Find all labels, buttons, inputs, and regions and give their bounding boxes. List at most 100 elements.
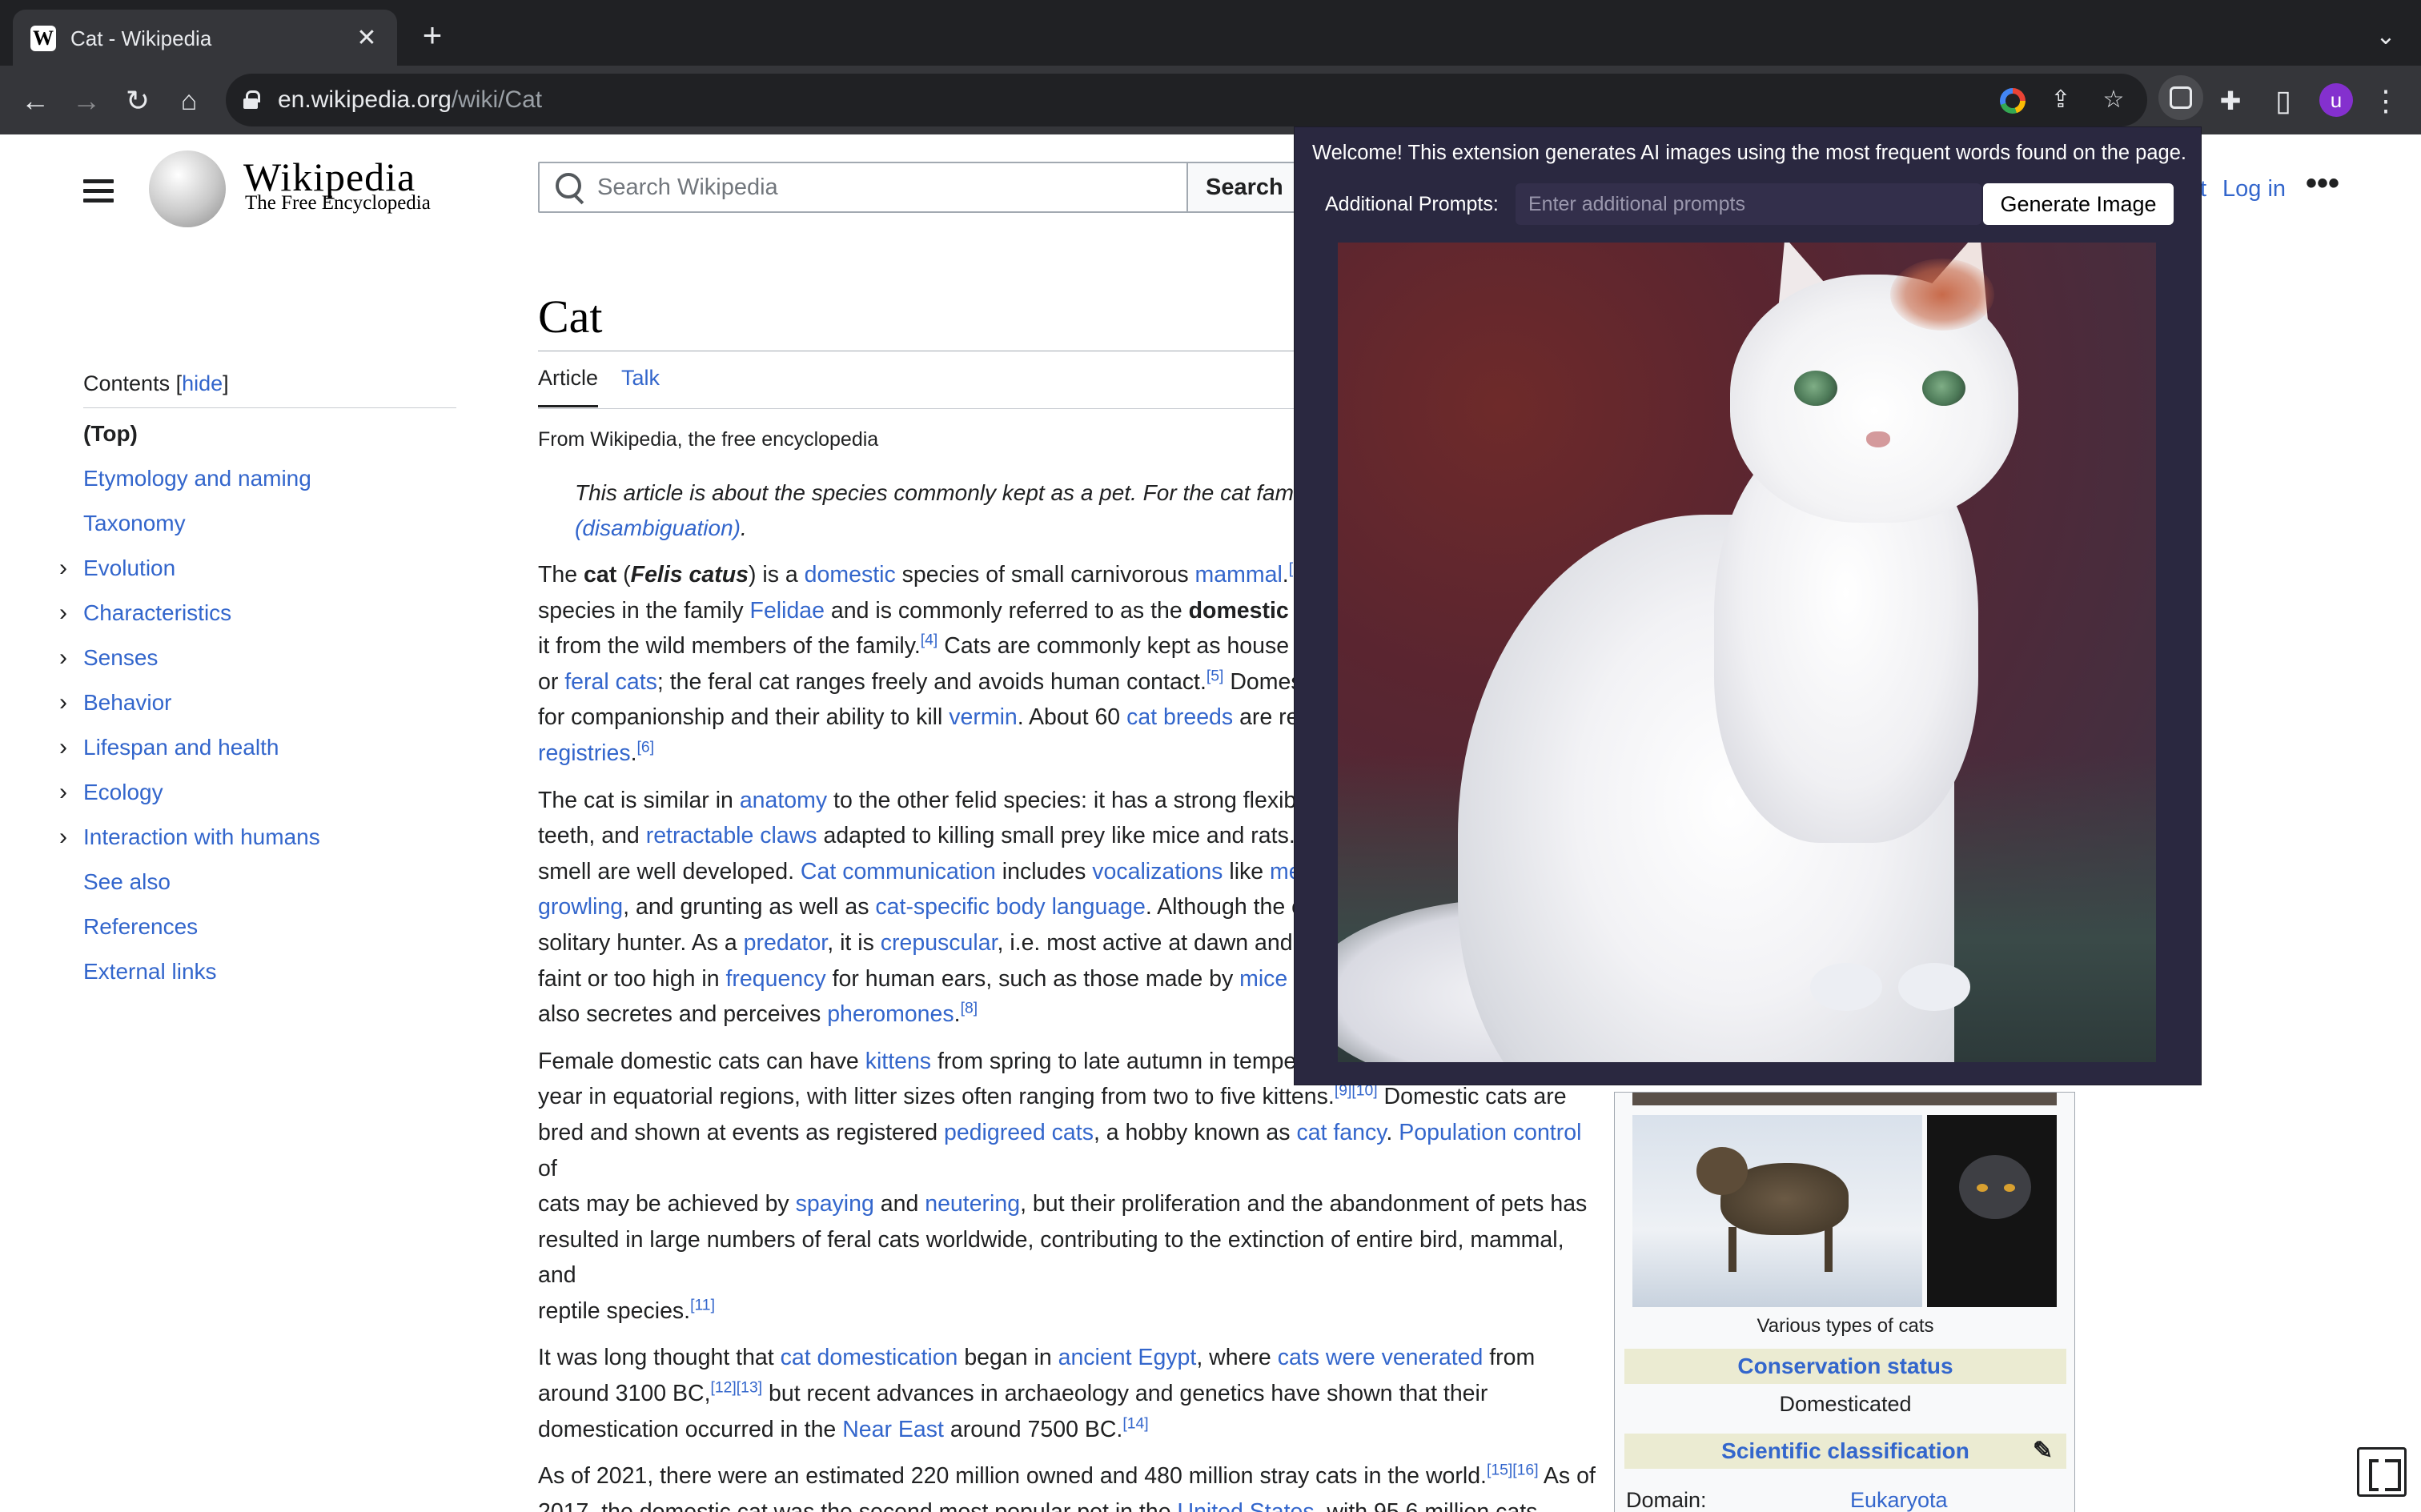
link-cat-breeds[interactable]: cat breeds (1126, 704, 1233, 730)
puzzle-extensions-icon[interactable]: ✚ (2211, 82, 2250, 120)
citation[interactable]: [15] (1487, 1462, 1512, 1479)
hamburger-menu-icon[interactable] (83, 179, 114, 203)
link-spaying[interactable]: spaying (796, 1191, 874, 1217)
citation[interactable]: [8] (961, 1000, 978, 1017)
edit-pencil-icon[interactable]: ✎ (2033, 1438, 2053, 1464)
bookmark-star-icon[interactable]: ☆ (2094, 81, 2133, 119)
address-bar[interactable]: en.wikipedia.org/wiki/Cat ⇪ ☆ (226, 74, 2147, 126)
link-vocalizations[interactable]: vocalizations (1092, 859, 1223, 884)
toc-item[interactable]: › Interaction with humans (59, 821, 456, 866)
link-registries[interactable]: registries (538, 740, 631, 766)
toc-item[interactable]: › Senses (59, 642, 456, 687)
link-population-control[interactable]: Population control (1399, 1120, 1581, 1145)
search-input[interactable] (597, 173, 1158, 202)
hatnote-link[interactable]: (disambiguation) (575, 515, 741, 540)
domain-value-link[interactable]: Eukaryota (1850, 1488, 1948, 1512)
new-tab-icon[interactable]: + (413, 18, 452, 56)
link-body-language[interactable]: cat-specific body language (875, 894, 1145, 920)
side-panel-icon[interactable]: ▯ (2264, 82, 2303, 120)
search-box[interactable] (538, 162, 1188, 213)
citation[interactable]: [16] (1512, 1462, 1538, 1479)
url-text[interactable]: en.wikipedia.org/wiki/Cat (278, 86, 542, 114)
citation[interactable]: [12] (711, 1379, 737, 1397)
link-cat-communication[interactable]: Cat communication (801, 859, 996, 884)
toc-item[interactable]: (Top) (83, 418, 456, 463)
link-united-states[interactable]: United States (1177, 1499, 1314, 1512)
tab-talk[interactable]: Talk (621, 366, 660, 391)
scientific-classification-header[interactable]: Scientific classification ✎ (1624, 1434, 2066, 1469)
link-ancient-egypt[interactable]: ancient Egypt (1058, 1345, 1197, 1370)
toc-hide-link[interactable]: hide (182, 371, 223, 395)
citation[interactable]: [11] (690, 1296, 715, 1313)
home-icon[interactable]: ⌂ (170, 82, 208, 120)
toc-item[interactable]: › Ecology (59, 776, 456, 821)
infobox-image-top[interactable] (1632, 1093, 2057, 1105)
link-cats-venerated[interactable]: cats were venerated (1278, 1345, 1484, 1370)
link-predator[interactable]: predator (744, 930, 828, 956)
search-button[interactable]: Search (1188, 162, 1300, 213)
generate-image-button[interactable]: Generate Image (1983, 183, 2174, 225)
link-feral-cats[interactable]: feral cats (564, 669, 657, 695)
link-mice[interactable]: mice (1239, 966, 1287, 992)
toc-item[interactable]: › Lifespan and health (59, 732, 456, 776)
avatar[interactable]: u (2319, 83, 2353, 117)
link-pedigreed-cats[interactable]: pedigreed cats (944, 1120, 1094, 1145)
google-lens-icon[interactable] (2000, 88, 2026, 114)
citation[interactable]: [4] (921, 632, 938, 649)
link-cat-fancy[interactable]: cat fancy (1296, 1120, 1386, 1145)
extension-active-icon[interactable] (2158, 75, 2203, 120)
infobox-image-tabby-cat[interactable] (1632, 1115, 1922, 1307)
toc-item[interactable]: Taxonomy (83, 507, 456, 552)
link-retractable-claws[interactable]: retractable claws (646, 823, 817, 848)
link-domestic[interactable]: domestic (805, 562, 896, 588)
tab-close-icon[interactable]: ✕ (351, 22, 383, 54)
link-near-east[interactable]: Near East (842, 1417, 944, 1442)
infobox-image-grey-cat[interactable] (1927, 1115, 2057, 1307)
conservation-status-header[interactable]: Conservation status (1624, 1349, 2066, 1384)
kebab-menu-icon[interactable]: ⋮ (2367, 82, 2405, 120)
fullscreen-icon[interactable] (2357, 1447, 2407, 1497)
forward-icon[interactable]: → (67, 82, 106, 120)
wikipedia-globe-logo[interactable] (149, 150, 226, 227)
link-neutering[interactable]: neutering (925, 1191, 1020, 1217)
toc-item[interactable]: Etymology and naming (83, 463, 456, 507)
link-anatomy[interactable]: anatomy (740, 788, 827, 813)
link-crepuscular[interactable]: crepuscular (881, 930, 998, 956)
link-vermin[interactable]: vermin (949, 704, 1018, 730)
personal-tools-more-icon[interactable]: ••• (2306, 167, 2339, 199)
citation[interactable]: [14] (1122, 1414, 1148, 1432)
reload-icon[interactable]: ↻ (118, 82, 157, 120)
toc-item[interactable]: See also (83, 866, 456, 911)
login-link[interactable]: Log in (2222, 176, 2286, 203)
link-felidae[interactable]: Felidae (750, 598, 825, 624)
citation[interactable]: [5] (1206, 667, 1224, 684)
tab-article[interactable]: Article (538, 366, 599, 407)
chevron-right-icon[interactable]: › (59, 687, 67, 719)
link-pheromones[interactable]: pheromones (827, 1001, 954, 1027)
browser-tab[interactable]: W Cat - Wikipedia ✕ (13, 10, 397, 66)
chevron-right-icon[interactable]: › (59, 776, 67, 808)
chevron-right-icon[interactable]: › (59, 821, 67, 853)
link-growling[interactable]: growling (538, 894, 623, 920)
lock-icon[interactable] (243, 90, 260, 109)
citation[interactable]: [6] (637, 738, 655, 756)
toc-item[interactable]: References (83, 911, 456, 956)
toc-item[interactable]: External links (83, 956, 456, 1001)
chevron-right-icon[interactable]: › (59, 732, 67, 764)
additional-prompts-input[interactable] (1516, 183, 1981, 225)
link-kittens[interactable]: kittens (865, 1049, 931, 1074)
citation[interactable]: [13] (737, 1379, 762, 1397)
link-frequency[interactable]: frequency (726, 966, 826, 992)
link-mammal[interactable]: mammal (1195, 562, 1283, 588)
toc-item[interactable]: › Behavior (59, 687, 456, 732)
chevron-right-icon[interactable]: › (59, 552, 67, 584)
toc-item[interactable]: › Characteristics (59, 597, 456, 642)
back-icon[interactable]: ← (16, 82, 54, 120)
chevron-right-icon[interactable]: › (59, 597, 67, 629)
share-icon[interactable]: ⇪ (2042, 81, 2080, 119)
chevron-right-icon[interactable]: › (59, 642, 67, 674)
tab-search-icon[interactable]: ⌄ (2371, 22, 2400, 51)
domain-label: Domain: (1626, 1488, 1707, 1512)
link-cat-domestication[interactable]: cat domestication (781, 1345, 958, 1370)
toc-item[interactable]: › Evolution (59, 552, 456, 597)
